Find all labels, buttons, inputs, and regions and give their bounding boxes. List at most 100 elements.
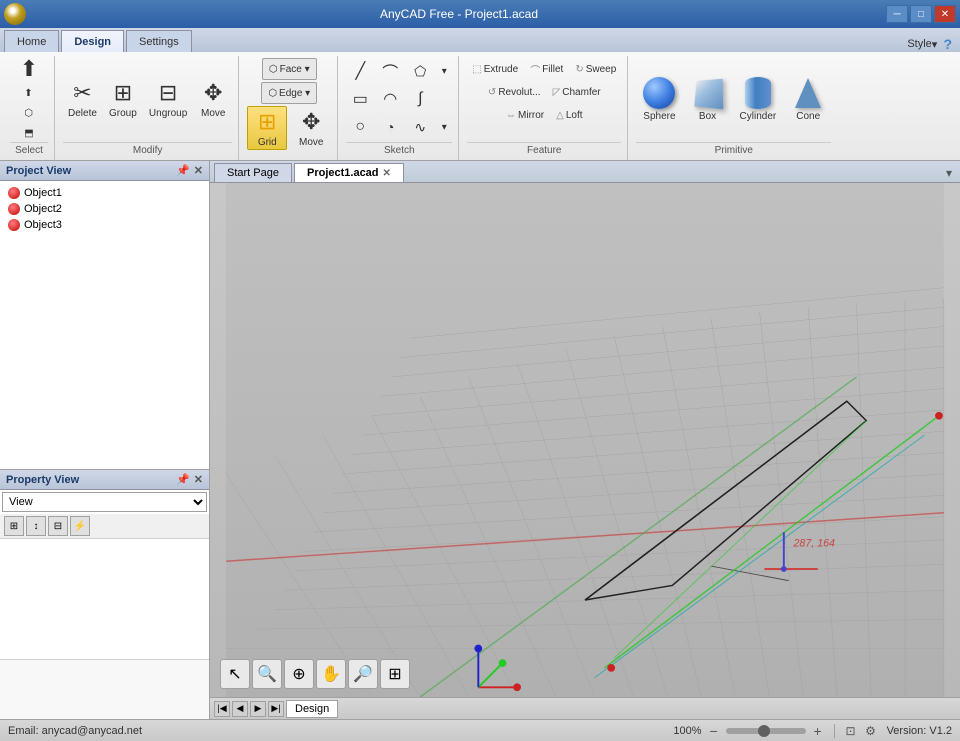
- ribbon-style[interactable]: Style ▾ ?: [907, 36, 960, 52]
- grid-toggle-button[interactable]: ⊞: [380, 659, 410, 689]
- revolve-button[interactable]: ↺ Revolut...: [483, 81, 546, 103]
- delete-button[interactable]: ✂ Delete: [63, 71, 102, 127]
- prop-toolbar-lightning-btn[interactable]: ⚡: [70, 516, 90, 536]
- zoom-in-button[interactable]: 🔍: [252, 659, 282, 689]
- grid-button[interactable]: ⊞ Grid: [247, 106, 287, 150]
- 3d-viewport[interactable]: 287, 164 ↖ 🔍: [210, 183, 960, 697]
- project-pin-icon[interactable]: 📌: [176, 164, 190, 177]
- chamfer-button[interactable]: ◸ Chamfer: [548, 81, 606, 103]
- zigzag-button[interactable]: ∿: [406, 114, 434, 140]
- spline-button[interactable]: ∫: [406, 86, 434, 112]
- face-dropdown-button[interactable]: ⬡ Face ▾: [262, 58, 317, 80]
- face-icon: ⬡: [269, 64, 278, 75]
- select-group-label: Select: [10, 142, 48, 158]
- tab-home[interactable]: Home: [4, 30, 59, 52]
- zoom-fit-button[interactable]: ⊕: [284, 659, 314, 689]
- select-button[interactable]: ⬆ ⬆ ⬡ ⬒: [10, 71, 48, 127]
- property-content: [0, 539, 209, 659]
- maximize-button[interactable]: □: [910, 5, 932, 23]
- more2-button[interactable]: ▾: [436, 114, 452, 140]
- project1-close-icon[interactable]: ✕: [383, 168, 391, 179]
- property-view-dropdown[interactable]: View: [2, 492, 207, 512]
- app-icon: [4, 3, 26, 25]
- extrude-button[interactable]: ⬚ Extrude: [467, 58, 523, 80]
- project-close-icon[interactable]: ✕: [194, 164, 203, 177]
- cylinder-button[interactable]: Cylinder: [733, 69, 784, 129]
- status-zoom-area: 100% − + ⊡ ⚙: [673, 723, 878, 739]
- feature-group-label: Feature: [467, 142, 621, 158]
- move-button[interactable]: ✥ Move: [194, 71, 232, 127]
- curve-button[interactable]: ⌒: [376, 58, 404, 84]
- zoom-minus-button[interactable]: −: [706, 723, 722, 739]
- zoom-thumb: [758, 725, 770, 737]
- app-title: AnyCAD Free - Project1.acad: [32, 7, 886, 21]
- fit-view-button[interactable]: ⊡: [843, 723, 859, 739]
- nav-next-button[interactable]: ▶: [250, 701, 266, 717]
- circle-button[interactable]: ○: [346, 114, 374, 140]
- object1-bullet: [8, 187, 20, 199]
- nav-first-button[interactable]: |◀: [214, 701, 230, 717]
- revolve-icon: ↺: [488, 87, 496, 98]
- tree-item-object1[interactable]: Object1: [4, 185, 205, 201]
- box-button[interactable]: Box: [685, 69, 731, 129]
- sweep-label: Sweep: [586, 64, 617, 75]
- polygon-icon: ⬠: [414, 63, 426, 80]
- mirror-button[interactable]: ⇔ Mirror: [501, 104, 549, 126]
- loft-button[interactable]: △ Loft: [551, 104, 587, 126]
- status-bar: Email: anycad@anycad.net 100% − + ⊡ ⚙ Ve…: [0, 719, 960, 741]
- select-sub2[interactable]: ⬡: [20, 104, 37, 122]
- ribbon-group-select: ⬆ ⬆ ⬡ ⬒ Select: [4, 56, 55, 160]
- project-view-title: Project View: [6, 165, 71, 177]
- property-pin-icon[interactable]: 📌: [176, 473, 190, 486]
- start-page-tab[interactable]: Start Page: [214, 163, 292, 182]
- prop-toolbar-sort-btn[interactable]: ↕: [26, 516, 46, 536]
- arc-button[interactable]: ◠: [376, 86, 404, 112]
- property-view-header: Property View 📌 ✕: [0, 470, 209, 490]
- ungroup-button[interactable]: ⊟ Ungroup: [144, 71, 192, 127]
- project1-tab[interactable]: Project1.acad ✕: [294, 163, 404, 182]
- object2-bullet: [8, 203, 20, 215]
- edge-dropdown-button[interactable]: ⬡ Edge ▾: [261, 82, 317, 104]
- prop-grid-icon: ⊞: [10, 521, 18, 532]
- select-sub3[interactable]: ⬒: [20, 124, 37, 142]
- prop-toolbar-table-btn[interactable]: ⊟: [48, 516, 68, 536]
- design-nav-tab[interactable]: Design: [286, 700, 338, 718]
- zoom-fit-icon: ⊕: [292, 664, 305, 684]
- pan-button[interactable]: ✋: [316, 659, 346, 689]
- tree-item-object3[interactable]: Object3: [4, 217, 205, 233]
- prop-toolbar-grid-btn[interactable]: ⊞: [4, 516, 24, 536]
- rect-icon: ▭: [353, 89, 368, 109]
- cursor-tool-button[interactable]: ↖: [220, 659, 250, 689]
- view-settings-button[interactable]: ⚙: [863, 723, 879, 739]
- sweep-button[interactable]: ↻ Sweep: [570, 58, 621, 80]
- group-button[interactable]: ⊞ Group: [104, 71, 142, 127]
- viewport-bottom-toolbar: ↖ 🔍 ⊕ ✋ 🔎 ⊞: [220, 659, 410, 689]
- arc2-button[interactable]: ◔: [376, 114, 404, 140]
- move-small-button[interactable]: ✥ Move: [291, 106, 331, 150]
- box-icon: [694, 78, 723, 108]
- tab-dropdown-arrow[interactable]: ▾: [942, 164, 956, 182]
- zoom-window-button[interactable]: 🔎: [348, 659, 378, 689]
- tab-design[interactable]: Design: [61, 30, 124, 52]
- ribbon-tab-bar: Home Design Settings Style ▾ ?: [0, 28, 960, 52]
- close-button[interactable]: ✕: [934, 5, 956, 23]
- minimize-button[interactable]: ─: [886, 5, 908, 23]
- tab-settings[interactable]: Settings: [126, 30, 192, 52]
- nav-prev-button[interactable]: ◀: [232, 701, 248, 717]
- rect-button[interactable]: ▭: [346, 86, 374, 112]
- sphere-button[interactable]: Sphere: [636, 69, 682, 129]
- polygon-button[interactable]: ⬠: [406, 58, 434, 84]
- cone-button[interactable]: Cone: [785, 69, 831, 129]
- extrude-label: Extrude: [484, 64, 518, 75]
- tree-item-object2[interactable]: Object2: [4, 201, 205, 217]
- nav-last-button[interactable]: ▶|: [268, 701, 284, 717]
- line-button[interactable]: ╱: [346, 58, 374, 84]
- select-sub1[interactable]: ⬆: [20, 84, 37, 102]
- sketch-group-label: Sketch: [346, 142, 452, 158]
- zoom-slider[interactable]: [726, 728, 806, 734]
- fillet-button[interactable]: ⌒ Fillet: [525, 58, 568, 80]
- zoom-in-icon: 🔍: [257, 664, 277, 684]
- more-button[interactable]: ▾: [436, 58, 452, 84]
- zoom-plus-button[interactable]: +: [810, 723, 826, 739]
- property-close-icon[interactable]: ✕: [194, 473, 203, 486]
